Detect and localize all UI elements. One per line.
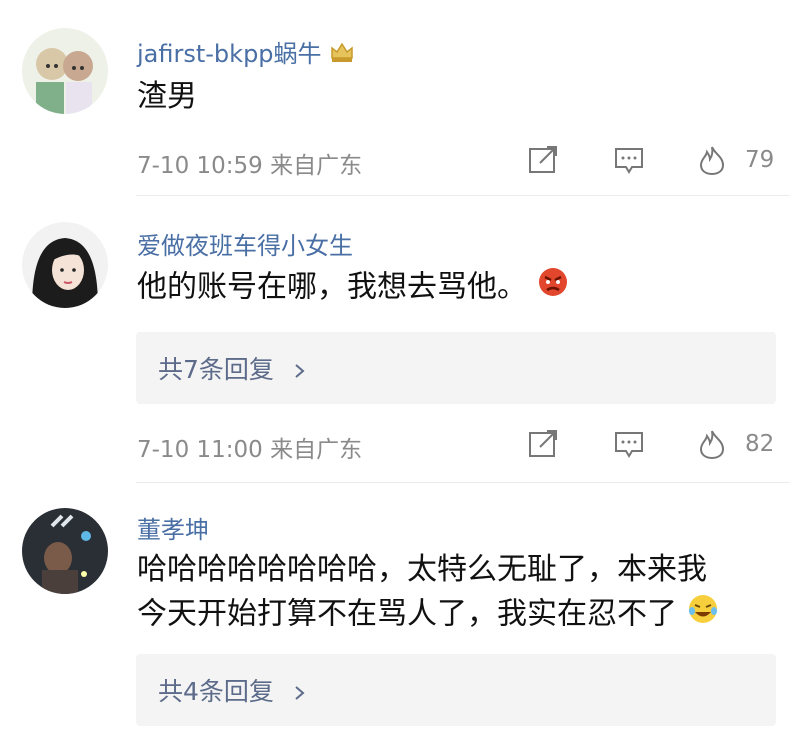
comment-button[interactable] [613, 424, 645, 464]
username-text[interactable]: 爱做夜班车得小女生 [137, 232, 353, 260]
divider [136, 482, 790, 483]
like-count: 79 [745, 147, 775, 173]
comment-button[interactable] [613, 140, 645, 180]
username-text[interactable]: 董孝坤 [137, 516, 209, 544]
comment-text: 他的账号在哪，我想去骂他。 [137, 266, 569, 310]
comment-text-line-1: 哈哈哈哈哈哈哈哈，太特么无耻了，本来我 [137, 552, 707, 587]
share-icon [529, 146, 557, 173]
replies-box[interactable]: 共4条回复 [136, 654, 776, 726]
fire-like-icon [699, 430, 725, 460]
share-icon [529, 430, 557, 457]
avatar[interactable] [22, 508, 108, 594]
like-button[interactable]: 79 [697, 140, 774, 180]
avatar[interactable] [22, 28, 108, 114]
angry-emoji-icon [537, 266, 569, 310]
comment-text-line-2: 今天开始打算不在骂人了，我实在忍不了 [137, 593, 719, 637]
username[interactable]: 董孝坤 [137, 510, 209, 545]
chevron-right-icon [295, 686, 305, 700]
divider [136, 195, 790, 196]
fire-like-icon [699, 146, 725, 176]
laughing-tears-emoji-icon [687, 593, 719, 637]
avatar[interactable] [22, 222, 108, 308]
comment-text: 渣男 [137, 79, 197, 114]
timestamp: 7-10 10:59 来自广东 [137, 153, 363, 179]
username[interactable]: 爱做夜班车得小女生 [137, 226, 353, 261]
share-button[interactable] [527, 424, 559, 464]
timestamp: 7-10 11:00 来自广东 [137, 437, 363, 463]
comment-meta: 7-10 10:59 来自广东 79 [137, 140, 777, 180]
view-replies-link[interactable]: 共7条回复 [158, 350, 308, 386]
share-button[interactable] [527, 140, 559, 180]
replies-box[interactable]: 共7条回复 [136, 332, 776, 404]
comment-icon [615, 432, 643, 458]
comment-meta: 7-10 11:00 来自广东 82 [137, 424, 777, 464]
chevron-right-icon [295, 364, 305, 378]
username-text[interactable]: jafirst-bkpp蜗牛 [137, 40, 322, 68]
view-replies-link[interactable]: 共4条回复 [158, 672, 308, 708]
comment-icon [615, 148, 643, 174]
like-count: 82 [745, 431, 775, 457]
username[interactable]: jafirst-bkpp蜗牛 [137, 34, 355, 70]
crown-badge-icon [329, 40, 355, 70]
like-button[interactable]: 82 [697, 424, 774, 464]
